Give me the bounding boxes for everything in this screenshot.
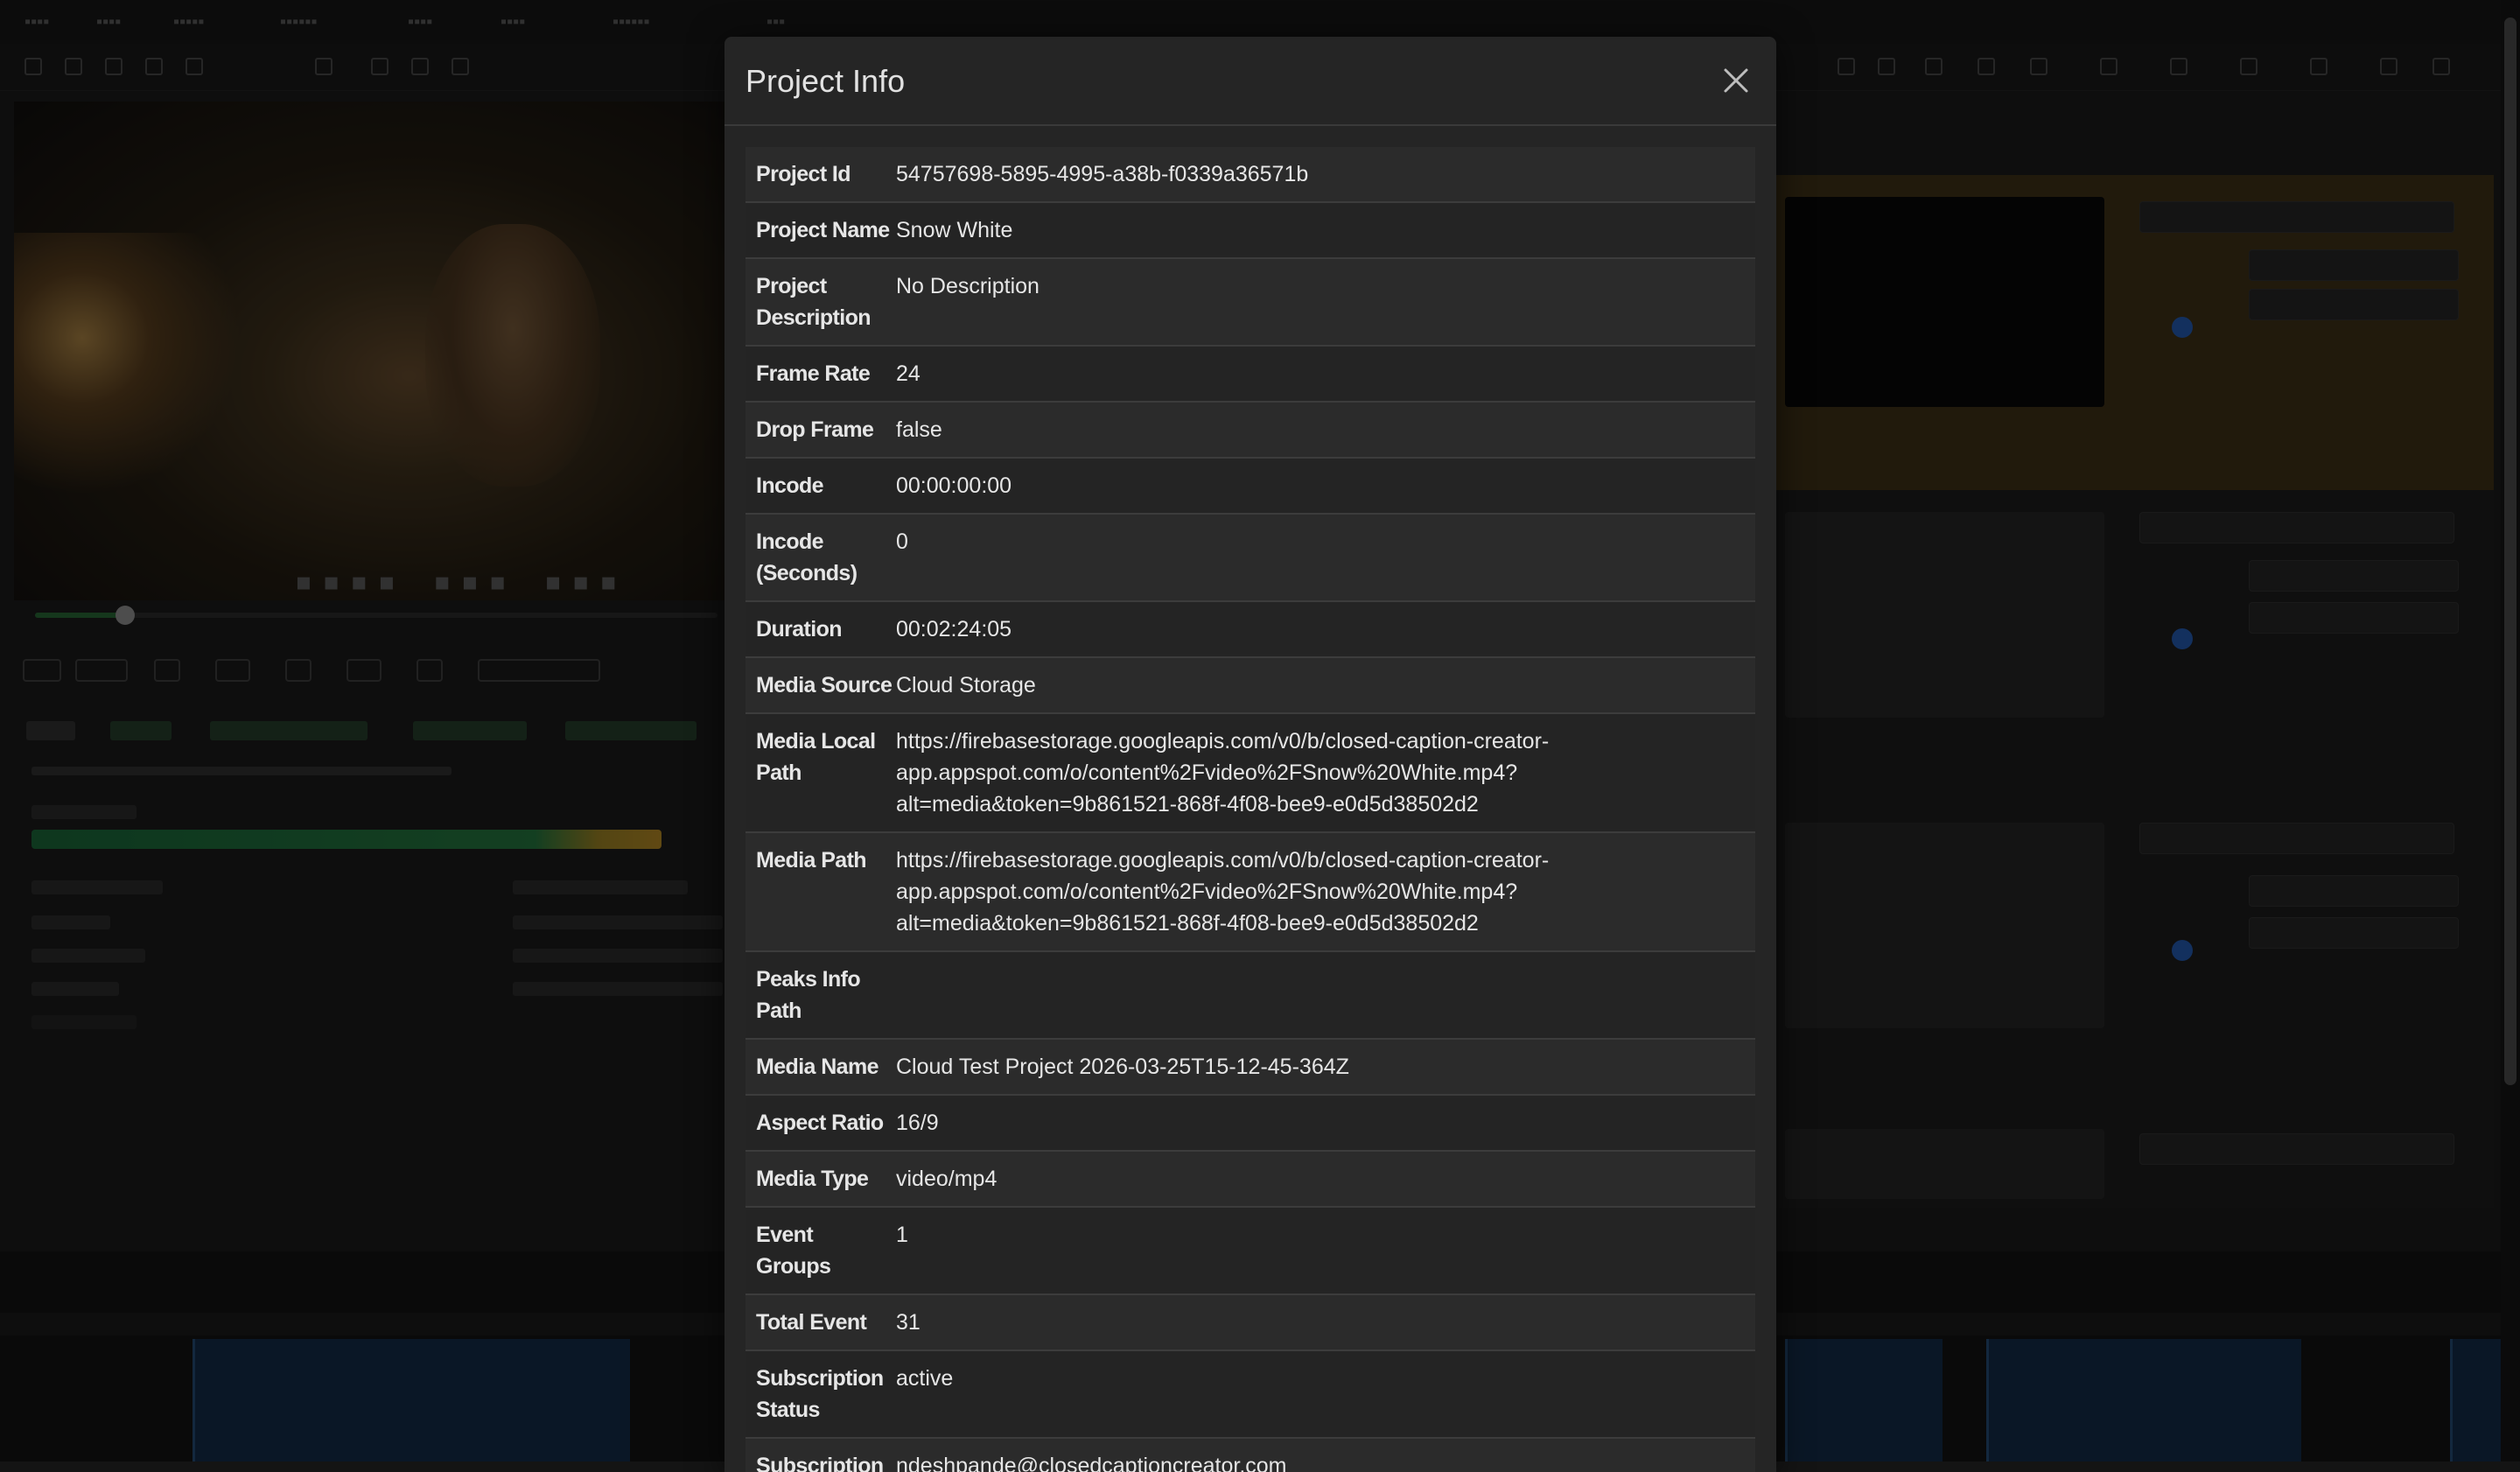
info-row: Incode 00:00:00:00	[746, 458, 1755, 514]
info-label: Total Event	[756, 1310, 867, 1335]
info-label: Incode	[756, 473, 824, 498]
project-info-modal: Project Info Project Id 54757698-5895-499…	[724, 37, 1776, 1472]
info-value: 54757698-5895-4995-a38b-f0339a36571b	[896, 162, 1309, 186]
info-row: Duration 00:02:24:05	[746, 601, 1755, 657]
info-value: 1	[896, 1223, 908, 1247]
info-label: Incode (Seconds)	[756, 529, 858, 585]
info-label: Media Source	[756, 673, 892, 697]
close-button[interactable]	[1717, 61, 1755, 100]
info-value: ndeshpande@closedcaptioncreator.com	[896, 1454, 1287, 1472]
info-label: Media Name	[756, 1055, 878, 1079]
info-label: Project Name	[756, 218, 890, 242]
info-value: 00:02:24:05	[896, 617, 1012, 641]
info-row: Incode (Seconds) 0	[746, 514, 1755, 601]
info-row: Project Id 54757698-5895-4995-a38b-f0339a…	[746, 147, 1755, 202]
info-value: 16/9	[896, 1111, 939, 1135]
info-value: Cloud Test Project 2026-03-25T15-12-45-3…	[896, 1055, 1349, 1079]
modal-header: Project Info	[724, 37, 1776, 126]
info-label: Subscription Status	[756, 1366, 884, 1422]
info-row: Media Source Cloud Storage	[746, 657, 1755, 713]
info-row: Project Description No Description	[746, 258, 1755, 346]
info-label: Aspect Ratio	[756, 1111, 884, 1135]
info-value	[896, 951, 1755, 1039]
info-value: video/mp4	[896, 1167, 998, 1191]
close-icon	[1724, 68, 1748, 93]
project-info-body: Project Id 54757698-5895-4995-a38b-f0339a…	[746, 147, 1755, 1472]
info-value: 0	[896, 529, 908, 554]
info-row: Subscription Status active	[746, 1350, 1755, 1438]
info-row: Project Name Snow White	[746, 202, 1755, 258]
info-value: 24	[896, 361, 920, 386]
info-row: Event Groups 1	[746, 1207, 1755, 1294]
info-row: Aspect Ratio 16/9	[746, 1095, 1755, 1151]
info-row: Media Type video/mp4	[746, 1151, 1755, 1207]
info-row: Media Name Cloud Test Project 2026-03-25T…	[746, 1039, 1755, 1095]
info-row: Subscription Owner ndeshpande@closedcapti…	[746, 1438, 1755, 1472]
info-label: Duration	[756, 617, 843, 641]
info-label: Media Local Path	[756, 729, 876, 785]
info-label: Media Type	[756, 1167, 869, 1191]
info-label: Frame Rate	[756, 361, 871, 386]
info-row: Total Event 31	[746, 1294, 1755, 1350]
info-label: Project Id	[756, 162, 851, 186]
info-row: Media Local Path https://firebasestorage.…	[746, 713, 1755, 832]
info-label: Media Path	[756, 848, 867, 873]
info-value: https://firebasestorage.googleapis.com/v…	[896, 729, 1550, 817]
info-label: Event Groups	[756, 1223, 831, 1279]
info-value: false	[896, 417, 942, 442]
info-label: Subscription Owner	[756, 1454, 884, 1472]
info-value: Snow White	[896, 218, 1013, 242]
info-value: Cloud Storage	[896, 673, 1036, 697]
info-value: https://firebasestorage.googleapis.com/v…	[896, 848, 1550, 936]
info-row: Drop Frame false	[746, 402, 1755, 458]
info-value: 31	[896, 1310, 920, 1335]
info-label: Project Description	[756, 274, 872, 330]
info-label: Peaks Info Path	[756, 967, 861, 1023]
info-row: Peaks Info Path	[746, 951, 1755, 1039]
info-row: Frame Rate 24	[746, 346, 1755, 402]
info-value: No Description	[896, 274, 1040, 298]
info-value: active	[896, 1366, 954, 1391]
info-label: Drop Frame	[756, 417, 874, 442]
modal-title: Project Info	[746, 63, 906, 99]
info-value: 00:00:00:00	[896, 473, 1012, 498]
project-info-table: Project Id 54757698-5895-4995-a38b-f0339a…	[746, 147, 1755, 1472]
info-row: Media Path https://firebasestorage.google…	[746, 832, 1755, 951]
